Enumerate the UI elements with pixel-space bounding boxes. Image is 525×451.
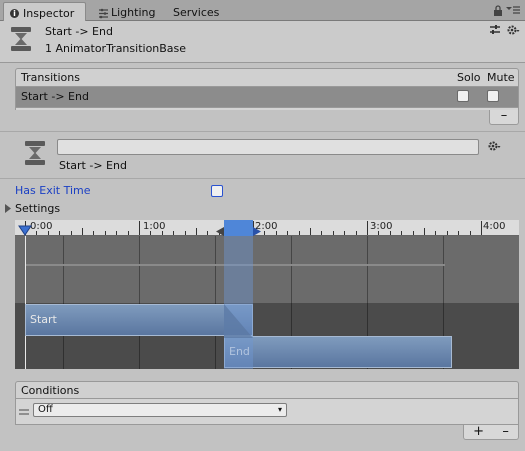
ruler-tick (401, 231, 403, 235)
preset-icon[interactable] (489, 24, 501, 39)
playhead-marker-icon[interactable] (18, 225, 32, 239)
solo-column-label: Solo (457, 71, 481, 84)
conditions-title: Conditions (21, 384, 80, 397)
ruler-tick (412, 231, 414, 235)
transition-icon (11, 27, 31, 53)
ruler-tick (173, 231, 175, 235)
ruler-tick (446, 231, 448, 235)
header-title: Start -> End (45, 25, 113, 38)
ruler-tick (93, 231, 95, 235)
transition-start-marker-icon[interactable] (215, 226, 224, 239)
mute-checkbox[interactable] (487, 90, 499, 102)
transitions-title: Transitions (21, 71, 80, 84)
ruler-tick (389, 231, 391, 235)
tab-bar: i Inspector Lighting Services (0, 0, 525, 21)
chevron-down-icon: ▾ (277, 405, 282, 414)
ruler-tick (82, 228, 83, 235)
transition-overlap-region[interactable] (224, 236, 253, 369)
tab-services[interactable]: Services (167, 2, 225, 21)
ruler-tick (36, 231, 38, 235)
ruler-tick (378, 231, 380, 235)
ruler-tick (139, 221, 140, 235)
info-icon: i (10, 8, 19, 18)
transition-detail-label: Start -> End (59, 159, 127, 172)
transition-detail-icon (25, 141, 45, 167)
transition-row-label: Start -> End (21, 90, 89, 103)
add-condition-button[interactable]: + (473, 425, 484, 439)
ruler-tick (196, 228, 197, 235)
conditions-header: Conditions (15, 381, 519, 399)
ruler-tick (298, 231, 300, 235)
ruler-tick (355, 231, 357, 235)
transition-row[interactable]: Start -> End (15, 87, 519, 108)
ruler-tick (435, 231, 437, 235)
blend-diagonal (224, 304, 253, 338)
lock-icon[interactable] (493, 5, 503, 19)
tab-inspector[interactable]: i Inspector (3, 2, 86, 21)
ruler-tick (207, 231, 209, 235)
gear-icon[interactable] (507, 24, 520, 39)
conditions-list: Off ▾ (15, 399, 519, 425)
tab-lighting[interactable]: Lighting (92, 2, 161, 21)
ruler-tick (59, 231, 61, 235)
ruler-tick (150, 231, 152, 235)
ruler-tick (469, 231, 471, 235)
ruler-tick (287, 231, 289, 235)
transition-end-marker-icon[interactable] (253, 226, 262, 239)
drag-handle-icon[interactable] (19, 405, 29, 418)
settings-label[interactable]: Settings (15, 202, 60, 215)
ruler-tick (310, 228, 311, 235)
transition-name-field[interactable] (57, 139, 479, 155)
ruler-tick (47, 231, 49, 235)
timeline-ruler[interactable]: 0:00 1:00 2:00 3:00 4:00 (15, 220, 519, 236)
playhead-line (25, 236, 26, 369)
tick-label: 0:00 (30, 221, 53, 232)
remove-transition-button[interactable]: – (489, 109, 519, 125)
transition-timeline[interactable]: Start End (15, 236, 519, 369)
has-exit-time-label: Has Exit Time (15, 184, 91, 197)
ruler-tick (481, 221, 482, 235)
tab-services-label: Services (173, 6, 220, 19)
ruler-tick (275, 231, 277, 235)
tick-label: 4:00 (483, 221, 506, 232)
ruler-tick (344, 231, 346, 235)
lighting-icon (98, 8, 108, 19)
has-exit-time-checkbox[interactable] (211, 185, 223, 197)
transitions-header: Transitions Solo Mute (15, 68, 519, 87)
mute-column-label: Mute (487, 71, 515, 84)
ruler-tick (458, 231, 460, 235)
detail-gear-icon[interactable] (488, 140, 501, 155)
ruler-tick (127, 231, 129, 235)
solo-checkbox[interactable] (457, 90, 469, 102)
tab-lighting-label: Lighting (111, 6, 156, 19)
ruler-tick (184, 231, 186, 235)
header-subtitle: 1 AnimatorTransitionBase (45, 42, 187, 55)
tab-inspector-label: Inspector (23, 6, 75, 20)
ruler-tick (104, 231, 106, 235)
transition-duration-handle[interactable] (224, 220, 253, 236)
settings-foldout-arrow-icon[interactable] (4, 203, 12, 216)
tab-menu-icon[interactable] (506, 5, 520, 18)
ruler-tick (321, 231, 323, 235)
ruler-tick (264, 231, 266, 235)
end-state-bar[interactable]: End (224, 336, 452, 368)
ruler-tick (161, 231, 163, 235)
ruler-tick (116, 231, 118, 235)
ruler-tick (367, 221, 368, 235)
ruler-tick (332, 231, 334, 235)
remove-condition-button[interactable]: – (502, 425, 509, 439)
ruler-tick (424, 228, 425, 235)
start-state-bar[interactable]: Start (25, 304, 253, 336)
inspector-header: Start -> End 1 AnimatorTransitionBase (0, 21, 525, 63)
condition-parameter-dropdown[interactable]: Off ▾ (33, 403, 287, 417)
conditions-footer: + – (463, 425, 519, 440)
ruler-tick (70, 231, 72, 235)
